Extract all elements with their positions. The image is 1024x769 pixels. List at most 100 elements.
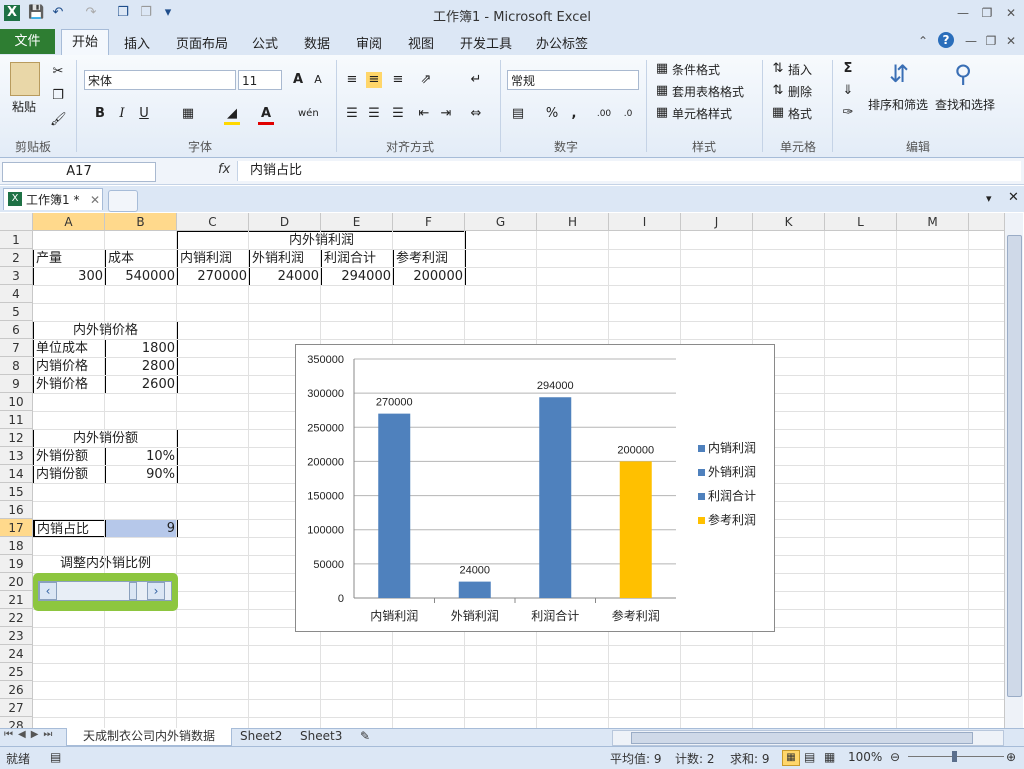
- bold-icon[interactable]: B: [92, 106, 108, 122]
- row-header-13[interactable]: 13: [0, 447, 33, 465]
- cell-b13[interactable]: 10%: [105, 447, 178, 466]
- phonetic-icon[interactable]: wén: [298, 106, 319, 122]
- row-header-10[interactable]: 10: [0, 393, 33, 411]
- row-header-24[interactable]: 24: [0, 645, 33, 663]
- tab-home[interactable]: 开始: [61, 29, 109, 56]
- align-middle-icon[interactable]: ≡: [366, 72, 382, 88]
- borders-icon[interactable]: ▦: [180, 106, 196, 122]
- italic-icon[interactable]: I: [114, 106, 130, 122]
- row-header-2[interactable]: 2: [0, 249, 33, 267]
- cell-a14[interactable]: 内销份额: [33, 465, 106, 484]
- row-header-19[interactable]: 19: [0, 555, 33, 573]
- share-table-title[interactable]: 内外销份额: [33, 429, 178, 448]
- cell-a13[interactable]: 外销份额: [33, 447, 106, 466]
- zoom-level[interactable]: 100%: [848, 750, 882, 764]
- tab-developer[interactable]: 开发工具: [460, 33, 512, 52]
- cell-e3[interactable]: 294000: [321, 267, 394, 286]
- fill-color-icon[interactable]: ◢: [224, 106, 240, 125]
- restore-icon[interactable]: ❐: [976, 4, 998, 22]
- ribbon-collapse-icon[interactable]: ⌃: [918, 34, 928, 48]
- paste-large-icon[interactable]: [10, 62, 40, 96]
- close-tab-icon[interactable]: ✕: [90, 189, 100, 211]
- row-header-7[interactable]: 7: [0, 339, 33, 357]
- grow-font-icon[interactable]: A: [290, 72, 306, 88]
- col-header-n[interactable]: [969, 213, 1004, 231]
- sheet-nav-arrows-icon[interactable]: ⏮◀▶⏭: [4, 729, 57, 740]
- increase-decimal-icon[interactable]: .00: [596, 106, 612, 122]
- formula-input[interactable]: 内销占比: [237, 161, 1021, 181]
- row-header-27[interactable]: 27: [0, 699, 33, 717]
- profit-table-title[interactable]: 内外销利润: [177, 231, 466, 250]
- tab-insert[interactable]: 插入: [124, 33, 150, 52]
- row-header-25[interactable]: 25: [0, 663, 33, 681]
- row-header-14[interactable]: 14: [0, 465, 33, 483]
- clear-icon[interactable]: ✑: [840, 105, 856, 121]
- sheet-tab-2[interactable]: Sheet2: [240, 728, 282, 745]
- merge-center-icon[interactable]: ⇔: [468, 106, 484, 122]
- scroll-thumb[interactable]: [129, 582, 137, 600]
- col-header-e[interactable]: E: [321, 213, 393, 231]
- paste-button[interactable]: 粘贴: [12, 98, 36, 115]
- row-header-4[interactable]: 4: [0, 285, 33, 303]
- tab-page-layout[interactable]: 页面布局: [176, 33, 228, 52]
- col-header-g[interactable]: G: [465, 213, 537, 231]
- workbook-tab[interactable]: X 工作簿1 * ✕: [3, 188, 103, 210]
- wrap-text-icon[interactable]: ↵: [468, 72, 484, 88]
- tab-office-tab[interactable]: 办公标签: [536, 33, 588, 52]
- cell-f2[interactable]: 参考利润: [393, 249, 466, 268]
- col-header-j[interactable]: J: [681, 213, 753, 231]
- underline-icon[interactable]: U: [136, 106, 152, 122]
- cell-f3[interactable]: 200000: [393, 267, 466, 286]
- sheet-tab-3[interactable]: Sheet3: [300, 728, 342, 745]
- align-right-icon[interactable]: ☰: [390, 106, 406, 122]
- row-header-21[interactable]: 21: [0, 591, 33, 609]
- cell-b9[interactable]: 2600: [105, 375, 178, 394]
- tab-data[interactable]: 数据: [304, 33, 330, 52]
- row-header-26[interactable]: 26: [0, 681, 33, 699]
- row-header-18[interactable]: 18: [0, 537, 33, 555]
- wb-restore-icon[interactable]: ❐: [980, 32, 1002, 50]
- page-break-view-icon[interactable]: ▦: [824, 750, 835, 764]
- font-size-combo[interactable]: 11: [238, 70, 282, 90]
- comma-style-icon[interactable]: ,: [566, 106, 582, 122]
- row-header-16[interactable]: 16: [0, 501, 33, 519]
- close-workbook-icon[interactable]: ✕: [1008, 190, 1019, 205]
- cell-b2[interactable]: 成本: [105, 249, 178, 268]
- row-header-8[interactable]: 8: [0, 357, 33, 375]
- row-header-1[interactable]: 1: [0, 231, 33, 249]
- insert-function-icon[interactable]: fx: [218, 162, 230, 177]
- vertical-scrollbar[interactable]: [1004, 213, 1023, 728]
- cell-b7[interactable]: 1800: [105, 339, 178, 358]
- row-header-23[interactable]: 23: [0, 627, 33, 645]
- tab-list-icon[interactable]: ▾: [986, 192, 992, 205]
- row-header-11[interactable]: 11: [0, 411, 33, 429]
- row-header-3[interactable]: 3: [0, 267, 33, 285]
- select-all-corner[interactable]: [0, 213, 33, 231]
- col-header-l[interactable]: L: [825, 213, 897, 231]
- cell-b14[interactable]: 90%: [105, 465, 178, 484]
- align-bottom-icon[interactable]: ≡: [390, 72, 406, 88]
- tab-view[interactable]: 视图: [408, 33, 434, 52]
- col-header-i[interactable]: I: [609, 213, 681, 231]
- zoom-in-icon[interactable]: ⊕: [1006, 750, 1016, 764]
- help-icon[interactable]: ?: [938, 32, 954, 48]
- name-box[interactable]: A17: [2, 162, 156, 182]
- accounting-format-icon[interactable]: ▤: [510, 106, 526, 122]
- cell-a17-selected[interactable]: 内销占比: [33, 519, 106, 538]
- cell-a8[interactable]: 内销价格: [33, 357, 106, 376]
- cell-d2[interactable]: 外销利润: [249, 249, 322, 268]
- normal-view-icon[interactable]: ▦: [782, 750, 800, 766]
- copy-ribbon-icon[interactable]: ❐: [50, 88, 66, 104]
- col-header-m[interactable]: M: [897, 213, 969, 231]
- cell-a3[interactable]: 300: [33, 267, 106, 286]
- cell-a7[interactable]: 单位成本: [33, 339, 106, 358]
- number-format-combo[interactable]: 常规: [507, 70, 639, 90]
- row-header-17[interactable]: 17: [0, 519, 33, 537]
- decrease-decimal-icon[interactable]: .0: [620, 106, 636, 122]
- cell-e2[interactable]: 利润合计: [321, 249, 394, 268]
- wb-close-icon[interactable]: ✕: [1000, 32, 1022, 50]
- format-as-table-button[interactable]: 套用表格格式: [672, 83, 744, 100]
- cut-icon[interactable]: ✂: [50, 64, 66, 80]
- col-header-c[interactable]: C: [177, 213, 249, 231]
- row-header-20[interactable]: 20: [0, 573, 33, 591]
